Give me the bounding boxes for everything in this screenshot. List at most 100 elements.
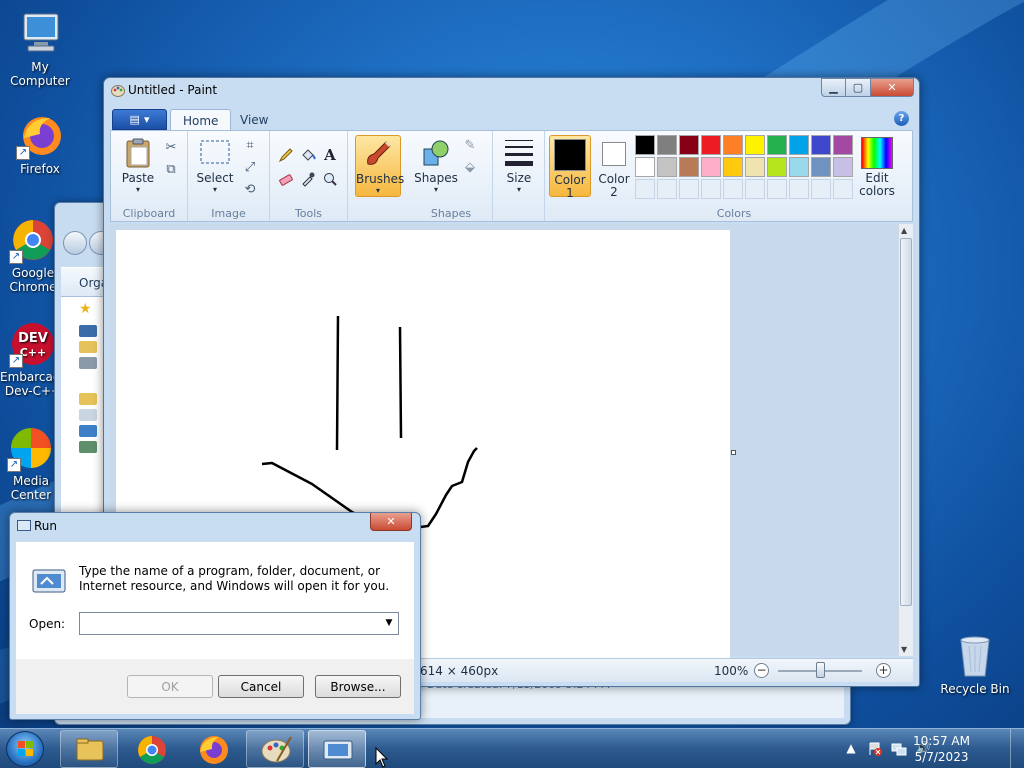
- fill-icon[interactable]: ⬙: [460, 157, 480, 177]
- custom-color-slot[interactable]: [789, 179, 809, 199]
- desktop-icon-firefox[interactable]: ↗ Firefox: [0, 112, 80, 176]
- custom-color-slot[interactable]: [701, 179, 721, 199]
- palette-swatch[interactable]: [833, 157, 853, 177]
- run-dialog[interactable]: Run ✕ Type the name of a program, folder…: [9, 512, 421, 720]
- edit-colors-button[interactable]: Edit colors: [855, 135, 899, 198]
- custom-color-slot[interactable]: [811, 179, 831, 199]
- zoom-out-button[interactable]: −: [754, 663, 769, 678]
- palette-swatch[interactable]: [679, 157, 699, 177]
- pencil-icon[interactable]: [276, 145, 296, 165]
- tab-view[interactable]: View: [228, 109, 280, 131]
- resize-icon[interactable]: ⤢: [240, 157, 260, 177]
- show-hidden-icons-icon[interactable]: ▲: [843, 741, 859, 757]
- custom-color-slot[interactable]: [657, 179, 677, 199]
- maximize-button[interactable]: ▢: [846, 78, 871, 97]
- cut-icon[interactable]: ✂: [161, 137, 181, 157]
- palette-swatch[interactable]: [657, 157, 677, 177]
- open-input[interactable]: [79, 612, 399, 635]
- outline-icon[interactable]: ✎: [460, 135, 480, 155]
- paint-title-bar[interactable]: Untitled - Paint ▁ ▢ ✕: [104, 78, 919, 104]
- palette-swatch[interactable]: [811, 157, 831, 177]
- custom-color-slot[interactable]: [745, 179, 765, 199]
- zoom-slider-thumb[interactable]: [816, 662, 825, 678]
- action-center-icon[interactable]: [867, 741, 883, 757]
- palette-swatch[interactable]: [723, 135, 743, 155]
- favorites-star-icon[interactable]: ★: [79, 301, 97, 321]
- recent-places-icon[interactable]: [79, 357, 97, 369]
- custom-color-slot[interactable]: [723, 179, 743, 199]
- custom-color-slot[interactable]: [833, 179, 853, 199]
- desktop-icon-media-center[interactable]: ↗ Media Center: [0, 424, 62, 502]
- palette-swatch[interactable]: [767, 157, 787, 177]
- ok-button[interactable]: OK: [127, 675, 213, 698]
- scroll-down-icon[interactable]: ▼: [901, 645, 907, 654]
- magnifier-icon[interactable]: [320, 169, 340, 189]
- zoom-in-button[interactable]: +: [876, 663, 891, 678]
- close-button[interactable]: ✕: [871, 78, 914, 97]
- size-button[interactable]: Size ▾: [497, 137, 541, 194]
- taskbar-chrome[interactable]: [122, 730, 180, 768]
- palette-swatch[interactable]: [789, 157, 809, 177]
- color-picker-icon[interactable]: [298, 169, 318, 189]
- desktop-icon-my-computer[interactable]: My Computer: [0, 10, 80, 88]
- start-button[interactable]: [6, 731, 44, 767]
- documents-icon[interactable]: [79, 409, 97, 421]
- custom-color-slot[interactable]: [679, 179, 699, 199]
- color2-button[interactable]: Color 2: [593, 135, 635, 199]
- palette-swatch[interactable]: [745, 157, 765, 177]
- custom-color-slot[interactable]: [635, 179, 655, 199]
- fill-bucket-icon[interactable]: [298, 145, 318, 165]
- custom-color-slot[interactable]: [767, 179, 787, 199]
- shapes-button[interactable]: Shapes ▾: [414, 137, 458, 194]
- copy-icon[interactable]: ⧉: [161, 159, 181, 179]
- clock[interactable]: 10:57 AM 5/7/2023: [913, 733, 970, 765]
- palette-swatch[interactable]: [635, 135, 655, 155]
- desktop-icon-recycle-bin[interactable]: Recycle Bin: [935, 632, 1015, 696]
- palette-swatch[interactable]: [679, 135, 699, 155]
- network-icon[interactable]: [891, 741, 907, 757]
- minimize-button[interactable]: ▁: [821, 78, 846, 97]
- paint-menu-button[interactable]: ▤ ▾: [112, 109, 167, 130]
- run-close-button[interactable]: ✕: [370, 513, 412, 531]
- browse-button[interactable]: Browse...: [315, 675, 401, 698]
- libraries-icon[interactable]: [79, 393, 97, 405]
- cancel-button[interactable]: Cancel: [218, 675, 304, 698]
- pictures-icon[interactable]: [79, 441, 97, 453]
- palette-swatch[interactable]: [833, 135, 853, 155]
- paste-button[interactable]: Paste ▾: [117, 137, 159, 194]
- taskbar-explorer[interactable]: [60, 730, 118, 768]
- back-icon[interactable]: [63, 231, 87, 255]
- palette-swatch[interactable]: [657, 135, 677, 155]
- scrollbar-thumb[interactable]: [900, 238, 912, 606]
- music-icon[interactable]: [79, 425, 97, 437]
- canvas-resize-handle[interactable]: [731, 450, 736, 455]
- palette-swatch[interactable]: [701, 135, 721, 155]
- scroll-up-icon[interactable]: ▲: [901, 226, 907, 235]
- vertical-scrollbar[interactable]: ▲ ▼: [898, 224, 913, 656]
- eraser-icon[interactable]: [276, 169, 296, 189]
- brushes-button[interactable]: Brushes ▾: [355, 135, 404, 197]
- taskbar-firefox[interactable]: [184, 730, 242, 768]
- rotate-icon[interactable]: ⟲: [240, 179, 260, 199]
- palette-swatch[interactable]: [767, 135, 787, 155]
- palette-swatch[interactable]: [723, 157, 743, 177]
- tab-home[interactable]: Home: [170, 109, 232, 131]
- palette-swatch[interactable]: [789, 135, 809, 155]
- palette-swatch[interactable]: [811, 135, 831, 155]
- taskbar-run[interactable]: [308, 730, 366, 768]
- desktop-icon-label: Media Center: [10, 474, 52, 502]
- palette-swatch[interactable]: [635, 157, 655, 177]
- color1-button[interactable]: Color 1: [549, 135, 591, 200]
- taskbar-paint[interactable]: [246, 730, 304, 768]
- show-desktop-button[interactable]: [1010, 729, 1024, 768]
- select-button[interactable]: Select ▾: [194, 137, 236, 194]
- text-tool-icon[interactable]: A: [320, 145, 340, 165]
- chevron-down-icon: ▾: [516, 185, 521, 194]
- crop-icon[interactable]: ⌗: [240, 135, 260, 155]
- palette-swatch[interactable]: [701, 157, 721, 177]
- help-icon[interactable]: ?: [894, 111, 909, 126]
- palette-swatch[interactable]: [745, 135, 765, 155]
- downloads-folder-icon[interactable]: [79, 341, 97, 353]
- open-dropdown-icon[interactable]: ▼: [380, 614, 398, 633]
- desktop-folder-icon[interactable]: [79, 325, 97, 337]
